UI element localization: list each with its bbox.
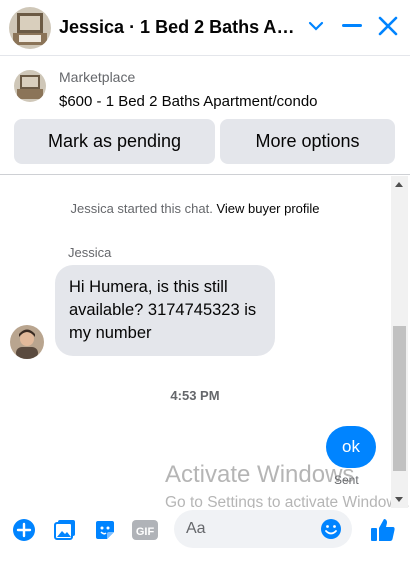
listing-title[interactable]: $600 - 1 Bed 2 Baths Apartment/condo bbox=[59, 93, 318, 110]
marketplace-card: Marketplace $600 - 1 Bed 2 Baths Apartme… bbox=[0, 57, 410, 175]
chat-started-text: Jessica started this chat. bbox=[70, 201, 213, 216]
incoming-message[interactable]: Hi Humera, is this still available? 3174… bbox=[55, 265, 275, 356]
image-icon[interactable] bbox=[53, 518, 77, 542]
view-buyer-profile-link[interactable]: View buyer profile bbox=[216, 201, 319, 216]
message-input-container[interactable] bbox=[174, 510, 352, 548]
sender-name: Jessica bbox=[68, 245, 112, 260]
sender-avatar[interactable] bbox=[10, 325, 44, 359]
contact-avatar[interactable] bbox=[9, 6, 51, 49]
gif-icon[interactable]: GIF bbox=[132, 518, 158, 542]
chat-header: Jessica · 1 Bed 2 Baths Apartment/condo bbox=[0, 0, 410, 56]
message-composer: GIF bbox=[0, 508, 410, 565]
gif-label: GIF bbox=[136, 526, 155, 538]
activate-windows-title: Activate Windows bbox=[165, 461, 355, 488]
chevron-down-icon[interactable] bbox=[304, 14, 328, 38]
close-icon[interactable] bbox=[376, 14, 400, 38]
emoji-icon[interactable] bbox=[320, 518, 342, 540]
chat-title[interactable]: Jessica · 1 Bed 2 Baths Apartment/condo bbox=[59, 17, 304, 38]
scrollbar[interactable] bbox=[391, 176, 408, 508]
message-timestamp: 4:53 PM bbox=[170, 388, 220, 403]
like-icon[interactable] bbox=[369, 516, 397, 544]
scroll-down-arrow-icon[interactable] bbox=[395, 497, 403, 502]
chat-started-notice: Jessica started this chat. View buyer pr… bbox=[0, 201, 390, 216]
add-icon[interactable] bbox=[12, 518, 36, 542]
minimize-icon[interactable] bbox=[340, 14, 364, 38]
message-input[interactable] bbox=[186, 510, 321, 548]
mark-as-pending-button[interactable]: Mark as pending bbox=[14, 119, 215, 164]
scrollbar-thumb[interactable] bbox=[393, 326, 406, 471]
scroll-up-arrow-icon[interactable] bbox=[395, 182, 403, 187]
more-options-button[interactable]: More options bbox=[220, 119, 395, 164]
listing-thumbnail[interactable] bbox=[14, 70, 46, 102]
marketplace-label: Marketplace bbox=[59, 69, 136, 85]
sticker-icon[interactable] bbox=[93, 518, 117, 542]
message-thread[interactable]: Jessica started this chat. View buyer pr… bbox=[0, 176, 410, 511]
